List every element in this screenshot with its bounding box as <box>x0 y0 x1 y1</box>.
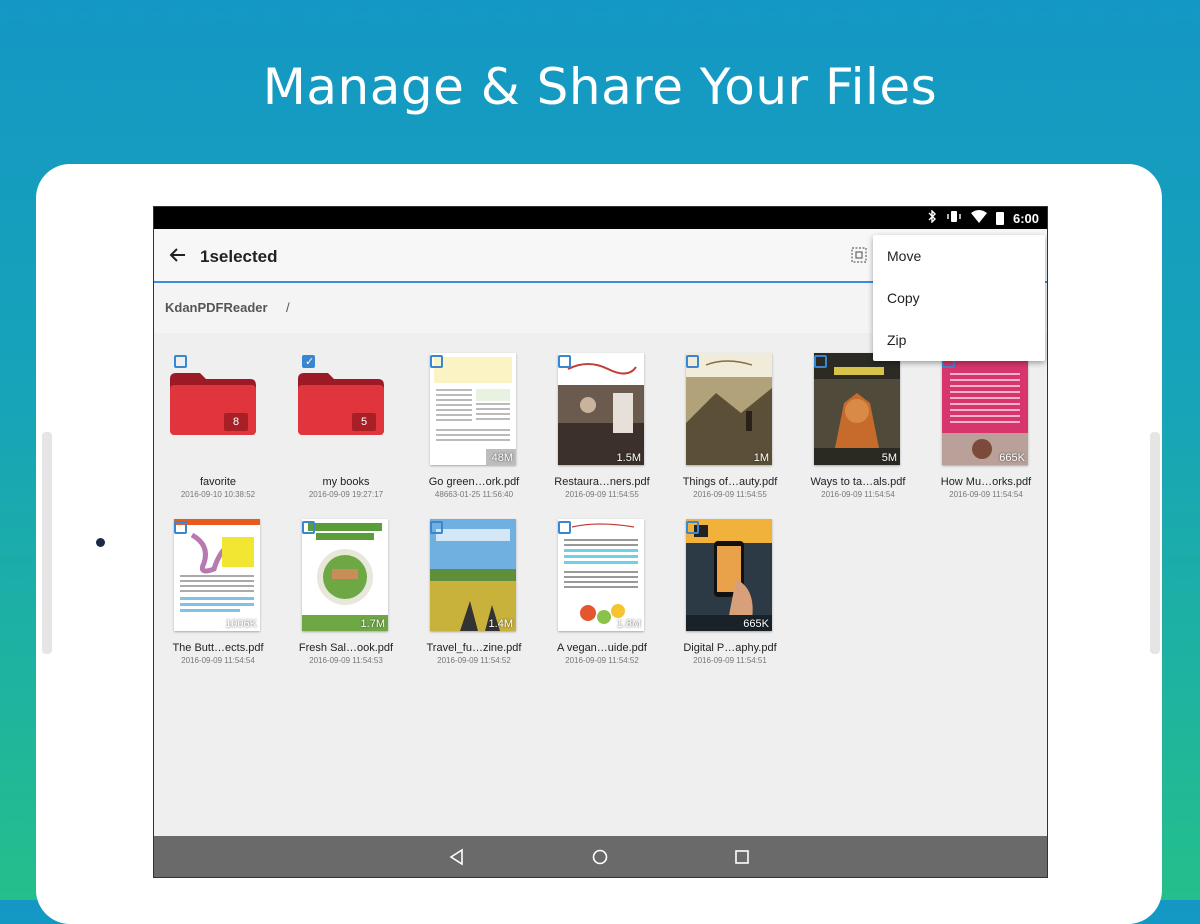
nav-back-icon[interactable] <box>447 847 467 867</box>
menu-item-zip[interactable]: Zip <box>873 319 1045 361</box>
folder-icon <box>298 373 384 445</box>
tablet-side-button-left <box>42 432 52 654</box>
file-date: 2016-09-09 19:27:17 <box>308 490 384 499</box>
wifi-icon <box>970 210 987 226</box>
file-size: 1M <box>753 452 769 464</box>
checkbox[interactable] <box>174 521 187 534</box>
checkbox[interactable] <box>558 355 571 368</box>
headline: Manage & Share Your Files <box>262 58 938 116</box>
nav-recents-icon[interactable] <box>732 847 752 867</box>
file-date: 2016-09-09 11:54:55 <box>693 490 767 499</box>
pdf-thumbnail: 5M <box>814 353 900 465</box>
pdf-thumbnail: 48M <box>430 353 516 465</box>
file-name: Go green…ork.pdf <box>428 476 520 488</box>
file-date: 2016-09-10 10:38:52 <box>180 490 256 499</box>
file-size: 5M <box>881 452 897 464</box>
file-date: 2016-09-09 11:54:52 <box>565 656 639 665</box>
nav-home-icon[interactable] <box>590 847 610 867</box>
pdf-thumbnail: 1M <box>686 353 772 465</box>
device-screen: 6:00 1selected KdanPDFReader / 8 favorit… <box>153 206 1048 878</box>
breadcrumb-root[interactable]: KdanPDFReader <box>165 300 268 315</box>
checkbox[interactable] <box>430 521 443 534</box>
pdf-thumbnail: 1006K <box>174 519 260 631</box>
checkbox[interactable] <box>430 355 443 368</box>
checkbox[interactable] <box>174 355 187 368</box>
file-name: Travel_fu…zine.pdf <box>426 642 522 654</box>
battery-icon <box>995 211 1004 225</box>
bluetooth-icon <box>927 209 937 226</box>
pdf-thumbnail: 1.5M <box>558 353 644 465</box>
file-size: 1.4M <box>488 618 513 630</box>
folder-icon <box>170 373 256 445</box>
menu-item-copy[interactable]: Copy <box>873 277 1045 319</box>
file-date: 2016-09-09 11:54:54 <box>821 490 895 499</box>
file-name: A vegan…uide.pdf <box>557 642 647 654</box>
file-date: 2016-09-09 11:54:55 <box>565 490 639 499</box>
pdf-thumbnail: 665K <box>686 519 772 631</box>
file-name: Restaura…ners.pdf <box>554 476 650 488</box>
file-name: Fresh Sal…ook.pdf <box>298 642 394 654</box>
folder-item-count: 8 <box>224 413 248 431</box>
vibrate-icon <box>946 210 962 226</box>
file-date: 2016-09-09 11:54:53 <box>309 656 383 665</box>
clock: 6:00 <box>1012 210 1039 226</box>
status-bar: 6:00 <box>154 207 1047 229</box>
file-date: 2016-09-09 11:54:52 <box>437 656 511 665</box>
file-date: 2016-09-09 11:54:54 <box>181 656 255 665</box>
file-size: 48M <box>491 452 513 464</box>
navigation-bar <box>154 836 1047 877</box>
menu-item-move[interactable]: Move <box>873 235 1045 277</box>
checkbox[interactable] <box>686 355 699 368</box>
tablet-camera <box>96 538 105 547</box>
file-size: 1.8M <box>616 618 641 630</box>
file-size: 665K <box>999 452 1025 464</box>
checkbox[interactable] <box>302 521 315 534</box>
checkbox[interactable] <box>814 355 827 368</box>
selection-count-title: 1selected <box>200 247 278 266</box>
pdf-thumbnail: 1.7M <box>302 519 388 631</box>
file-size: 665K <box>743 618 769 630</box>
breadcrumb-separator: / <box>286 300 290 315</box>
file-name: Ways to ta…als.pdf <box>810 476 906 488</box>
file-date: 2016-09-09 11:54:51 <box>693 656 767 665</box>
folder-item-count: 5 <box>352 413 376 431</box>
file-name: Digital P…aphy.pdf <box>683 642 777 654</box>
pdf-thumbnail: 665K <box>942 353 1028 465</box>
file-size: 1006K <box>225 618 257 630</box>
pdf-thumbnail: 1.4M <box>430 519 516 631</box>
back-arrow-icon[interactable] <box>166 243 190 267</box>
file-name: The Butt…ects.pdf <box>172 642 264 654</box>
checkbox[interactable] <box>686 521 699 534</box>
file-date: 48663-01-25 11:56:40 <box>434 490 514 499</box>
checkbox[interactable] <box>558 521 571 534</box>
select-all-icon[interactable] <box>851 247 867 263</box>
checkbox-checked[interactable] <box>302 355 315 368</box>
file-name: How Mu…orks.pdf <box>940 476 1032 488</box>
file-name: my books <box>322 476 370 488</box>
tablet-side-button-right <box>1150 432 1160 654</box>
file-size: 1.5M <box>616 452 641 464</box>
file-name: favorite <box>199 476 237 488</box>
overflow-menu: Move Copy Zip <box>873 235 1045 361</box>
file-date: 2016-09-09 11:54:54 <box>949 490 1023 499</box>
file-size: 1.7M <box>360 618 385 630</box>
pdf-thumbnail: 1.8M <box>558 519 644 631</box>
file-name: Things of…auty.pdf <box>682 476 778 488</box>
